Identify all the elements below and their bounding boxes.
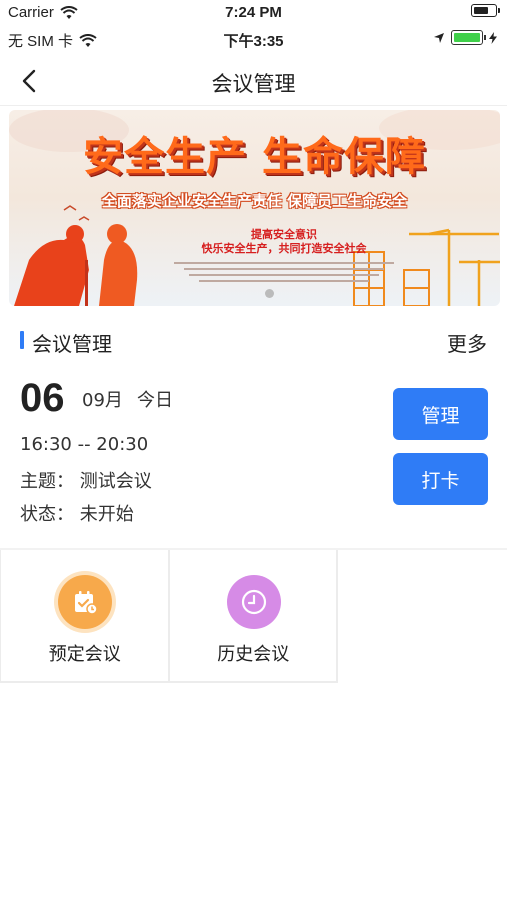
meeting-card: 06 09月 今日 16:30 -- 20:30 主题： 测试会议 状态： 未开… xyxy=(0,374,507,544)
banner-text-line2: 快乐安全生产，共同打造安全社会 xyxy=(201,242,367,255)
grid-item-book-meeting[interactable]: 预定会议 xyxy=(1,550,168,681)
location-arrow-icon xyxy=(434,32,444,43)
meeting-status: 状态： 未开始 xyxy=(20,504,134,525)
calendar-check-icon xyxy=(58,575,112,629)
clock-time: 7:24 PM xyxy=(225,4,282,21)
page-title: 会议管理 xyxy=(211,72,296,96)
section-accent-bar xyxy=(20,331,24,349)
grid-item-label: 历史会议 xyxy=(217,644,290,665)
section-title: 会议管理 xyxy=(32,332,112,356)
more-link[interactable]: 更多 xyxy=(447,328,487,357)
clock-icon xyxy=(227,575,282,629)
grid-item-meeting-history[interactable]: 历史会议 xyxy=(168,550,336,681)
grid-item-label: 预定会议 xyxy=(48,644,121,665)
battery-icon xyxy=(471,4,500,17)
function-grid: 预定会议 历史会议 xyxy=(0,550,338,683)
meeting-day: 06 xyxy=(20,376,65,420)
battery-charging-icon xyxy=(451,30,486,45)
charging-bolt-icon xyxy=(489,31,497,44)
navigation-bar: 会议管理 xyxy=(0,56,507,106)
meeting-time: 16:30 -- 20:30 xyxy=(20,434,149,455)
manage-button[interactable]: 管理 xyxy=(393,388,488,440)
checkin-button[interactable]: 打卡 xyxy=(393,453,488,505)
meeting-topic: 主题： 测试会议 xyxy=(20,471,152,492)
clock-time-local: 下午3:35 xyxy=(223,33,284,50)
carousel-indicator xyxy=(265,289,274,298)
meeting-month: 09月 xyxy=(82,390,123,411)
banner-subline: 全面落实企业安全生产责任 保障员工生命安全 xyxy=(101,192,408,210)
banner-headline: 安全生产 生命保障 xyxy=(83,134,426,180)
status-bar-top: Carrier 7:24 PM xyxy=(0,0,507,24)
status-bar-bottom: 无 SIM 卡 下午3:35 xyxy=(0,26,507,50)
meeting-today-label: 今日 xyxy=(137,390,173,411)
meeting-section-header: 会议管理 更多 xyxy=(0,326,507,356)
banner-image[interactable]: 安全生产 生命保障 全面落实企业安全生产责任 保障员工生命安全 提高安全意识 快… xyxy=(9,110,500,306)
